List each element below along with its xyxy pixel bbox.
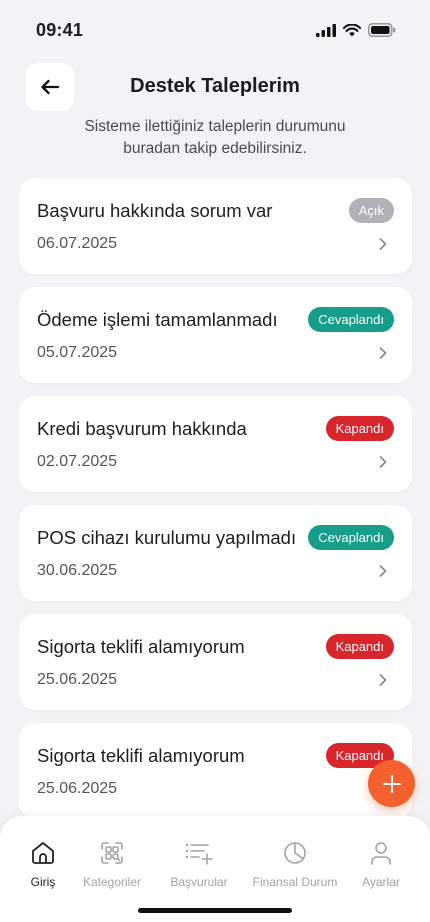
battery-icon (368, 23, 396, 37)
wifi-icon (343, 23, 361, 36)
nav-item-basvurular[interactable]: Başvurular (154, 838, 244, 889)
ticket-title: Sigorta teklifi alamıyorum (37, 636, 245, 657)
page-title: Destek Taleplerim (130, 75, 300, 97)
status-badge: Cevaplandı (308, 307, 394, 332)
status-badge: Açık (348, 198, 394, 223)
ticket-title: Kredi başvurum hakkında (37, 418, 247, 439)
plus-icon (382, 774, 401, 793)
add-ticket-button[interactable] (368, 760, 415, 807)
ticket-card[interactable]: Başvuru hakkında sorum var Açık 06.07.2025 (19, 178, 412, 274)
signal-icon (316, 23, 336, 37)
ticket-date: 05.07.2025 (37, 344, 118, 361)
status-time: 09:41 (36, 19, 84, 40)
nav-label: Finansal Durum (252, 875, 338, 889)
home-icon (30, 838, 56, 868)
status-badge: Kapandı (325, 416, 394, 441)
nav-label: Başvurular (170, 875, 228, 889)
ticket-date: 25.06.2025 (37, 780, 118, 797)
nav-item-ayarlar[interactable]: Ayarlar (336, 838, 426, 889)
page-subtitle: Sisteme ilettiğiniz taleplerin durumunu … (84, 118, 346, 157)
ticket-title: Ödeme işlemi tamamlanmadı (37, 309, 278, 330)
nav-label: Kategoriler (82, 875, 142, 889)
categories-icon (99, 838, 125, 868)
nav-item-kategoriler[interactable]: Kategoriler (67, 838, 157, 889)
nav-item-finansal-durum[interactable]: Finansal Durum (250, 838, 340, 889)
header: Destek Taleplerim (0, 63, 430, 111)
chevron-right-icon (379, 674, 387, 686)
home-indicator (138, 908, 292, 913)
status-bar: 09:41 (0, 0, 430, 60)
ticket-date: 06.07.2025 (37, 235, 118, 252)
bottom-nav: Giriş Kategoriler Başvurular Finansal Du… (0, 816, 430, 922)
ticket-card[interactable]: POS cihazı kurulumu yapılmadı Cevaplandı 3… (19, 505, 412, 601)
ticket-card[interactable]: Sigorta teklifi alamıyorum Kapandı 25.06.2… (19, 614, 412, 710)
ticket-title: Sigorta teklifi alamıyorum (37, 745, 245, 766)
pie-chart-icon (282, 838, 308, 868)
ticket-list: Başvuru hakkında sorum var Açık 06.07.2025… (19, 178, 412, 832)
ticket-card[interactable]: Ödeme işlemi tamamlanmadı Cevaplandı 05.07… (19, 287, 412, 383)
ticket-title: POS cihazı kurulumu yapılmadı (37, 527, 297, 548)
status-icons (316, 23, 396, 37)
chevron-right-icon (379, 565, 387, 577)
ticket-card[interactable]: Kredi başvurum hakkında Kapandı 02.07.2025 (19, 396, 412, 492)
applications-icon (184, 838, 214, 868)
nav-label: Giriş (30, 875, 56, 889)
ticket-date: 30.06.2025 (37, 562, 118, 579)
ticket-date: 02.07.2025 (37, 453, 118, 470)
nav-label: Ayarlar (362, 875, 400, 889)
chevron-right-icon (379, 238, 387, 250)
chevron-right-icon (379, 347, 387, 359)
status-badge: Cevaplandı (308, 525, 394, 550)
user-icon (368, 838, 394, 868)
status-badge: Kapandı (325, 634, 394, 659)
ticket-date: 25.06.2025 (37, 671, 118, 688)
ticket-title: Başvuru hakkında sorum var (37, 200, 273, 221)
ticket-card[interactable]: Sigorta teklifi alamıyorum Kapandı 25.06.2… (19, 723, 412, 819)
chevron-right-icon (379, 456, 387, 468)
